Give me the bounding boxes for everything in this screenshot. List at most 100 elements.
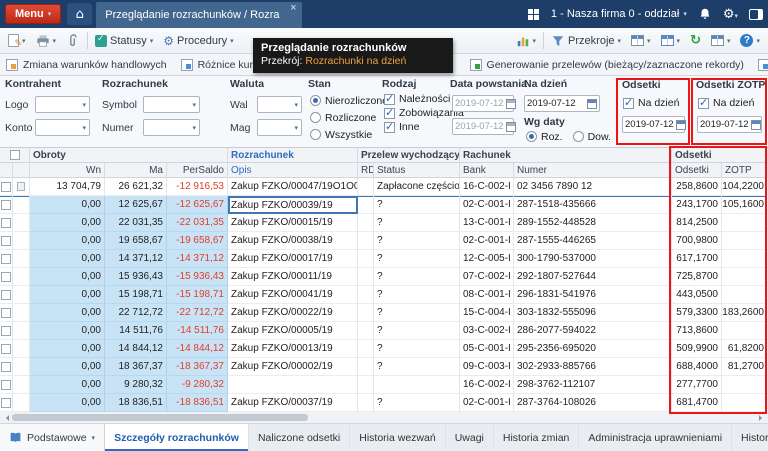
cell-numer[interactable]: 287-1555-446265 — [514, 232, 672, 250]
cell-opis[interactable]: Zakup FZKO/00039/19 — [228, 196, 358, 214]
cell-ma[interactable]: 14 844,12 — [105, 340, 167, 358]
radio-icon[interactable] — [310, 112, 321, 123]
cell-rd[interactable] — [358, 196, 374, 214]
cell-opis[interactable]: Zakup FZKO/00038/19 — [228, 232, 358, 250]
mag-select[interactable]: ▾ — [257, 119, 302, 136]
row-select-cell[interactable] — [0, 394, 13, 412]
cell-wn[interactable]: 0,00 — [30, 394, 105, 412]
row-select-cell[interactable] — [0, 178, 13, 196]
cell-status[interactable]: ? — [374, 214, 460, 232]
cell-rd[interactable] — [358, 232, 374, 250]
cell-numer[interactable]: 295-2356-695020 — [514, 340, 672, 358]
cell-wn[interactable]: 0,00 — [30, 304, 105, 322]
cell-wn[interactable]: 0,00 — [30, 286, 105, 304]
row-select-cell[interactable] — [0, 322, 13, 340]
radio-icon[interactable] — [310, 95, 321, 106]
cell-zotp[interactable]: 104,2200 — [722, 178, 768, 196]
calendar-icon[interactable] — [587, 99, 597, 109]
cell-rd[interactable] — [358, 268, 374, 286]
column-header-bank[interactable]: Bank — [460, 163, 514, 178]
cell-ma[interactable]: 26 621,32 — [105, 178, 167, 196]
cell-persaldo[interactable]: -15 198,71 — [167, 286, 228, 304]
cell-status[interactable]: ? — [374, 196, 460, 214]
cell-ma[interactable]: 18 836,51 — [105, 394, 167, 412]
column-header-zotp[interactable]: ZOTP — [722, 163, 768, 178]
cell-numer[interactable]: 300-1790-537000 — [514, 250, 672, 268]
scroll-right-icon[interactable] — [759, 415, 765, 421]
cell-status[interactable]: ? — [374, 268, 460, 286]
cell-numer[interactable]: 287-1518-435666 — [514, 196, 672, 214]
document-tab[interactable]: Przeglądanie rozrachunków / Rozra × — [96, 2, 301, 28]
odsetki-zotp-na-dzien-checkbox[interactable]: Na dzień — [698, 96, 754, 110]
cell-ma[interactable]: 19 658,67 — [105, 232, 167, 250]
cell-ma[interactable]: 18 367,37 — [105, 358, 167, 376]
wgdaty-option[interactable]: Dow. — [573, 128, 611, 145]
cell-bank[interactable]: 15-C-004-I — [460, 304, 514, 322]
cell-status[interactable]: ? — [374, 304, 460, 322]
cell-bank[interactable]: 16-C-002-I — [460, 178, 514, 196]
cell-wn[interactable]: 0,00 — [30, 376, 105, 394]
cell-zotp[interactable]: 81,2700 — [722, 358, 768, 376]
cell-persaldo[interactable]: -14 511,76 — [167, 322, 228, 340]
cell-persaldo[interactable]: -18 836,51 — [167, 394, 228, 412]
table-row[interactable]: 0,0019 658,67-19 658,67Zakup FZKO/00038/… — [0, 232, 768, 250]
cell-status[interactable]: ? — [374, 232, 460, 250]
cell-rd[interactable] — [358, 304, 374, 322]
cell-bank[interactable]: 09-C-003-I — [460, 358, 514, 376]
column-header-status[interactable]: Status — [374, 163, 460, 178]
row-select-cell[interactable] — [0, 196, 13, 214]
cell-persaldo[interactable]: -22 712,72 — [167, 304, 228, 322]
cell-zotp[interactable] — [722, 214, 768, 232]
cell-wn[interactable]: 0,00 — [30, 358, 105, 376]
cell-rd[interactable] — [358, 376, 374, 394]
stan-option[interactable]: Rozliczone — [310, 109, 388, 126]
row-checkbox[interactable] — [1, 236, 11, 246]
cell-bank[interactable]: 13-C-001-I — [460, 214, 514, 232]
cell-status[interactable]: ? — [374, 340, 460, 358]
cell-opis[interactable]: Zakup FZKO/00017/19 — [228, 250, 358, 268]
export-button[interactable]: ▾ — [706, 30, 736, 51]
cell-wn[interactable]: 0,00 — [30, 268, 105, 286]
tab-uwagi[interactable]: Uwagi — [446, 424, 494, 451]
cell-bank[interactable]: 08-C-001-I — [460, 286, 514, 304]
row-select-cell[interactable] — [0, 304, 13, 322]
company-selector[interactable]: 1 - Nasza firma 0 - oddział▾ — [551, 8, 687, 20]
cell-opis[interactable]: Zakup FZKO/00005/19 — [228, 322, 358, 340]
cell-opis[interactable]: Zakup FZKO/00041/19 — [228, 286, 358, 304]
group-header[interactable]: Przelew wychodzący — [358, 148, 460, 163]
attachments-button[interactable] — [61, 30, 85, 51]
cell-odsetki[interactable]: 814,2500 — [672, 214, 722, 232]
cell-rd[interactable] — [358, 178, 374, 196]
procedury-button[interactable]: ⚙ Procedury▾ — [158, 30, 238, 51]
row-checkbox[interactable] — [1, 398, 11, 408]
table-row[interactable]: 0,0018 367,37-18 367,37Zakup FZKO/00002/… — [0, 358, 768, 376]
tab-naliczone-odsetki[interactable]: Naliczone odsetki — [249, 424, 350, 451]
cell-odsetki[interactable]: 579,3300 — [672, 304, 722, 322]
print-button[interactable]: ▾ — [31, 30, 62, 51]
row-checkbox[interactable] — [1, 182, 11, 192]
cell-odsetki[interactable]: 725,8700 — [672, 268, 722, 286]
calendar-icon[interactable] — [751, 120, 761, 130]
cell-wn[interactable]: 0,00 — [30, 322, 105, 340]
column-header-opis[interactable]: Opis — [228, 163, 358, 178]
cell-persaldo[interactable]: -12 916,53 — [167, 178, 228, 196]
cell-rd[interactable] — [358, 322, 374, 340]
table-row[interactable]: 0,0014 511,76-14 511,76Zakup FZKO/00005/… — [0, 322, 768, 340]
group-header[interactable]: Odsetki — [672, 148, 768, 163]
wgdaty-option[interactable]: Roz. — [526, 128, 563, 145]
radio-icon[interactable] — [526, 131, 537, 142]
cell-odsetki[interactable]: 443,0500 — [672, 286, 722, 304]
column-header-wn[interactable]: Wn — [30, 163, 105, 178]
cell-ma[interactable]: 14 371,12 — [105, 250, 167, 268]
row-checkbox[interactable] — [1, 308, 11, 318]
row-checkbox[interactable] — [1, 362, 11, 372]
column-header-odsetki[interactable]: Odsetki — [672, 163, 722, 178]
cell-wn[interactable]: 0,00 — [30, 250, 105, 268]
cell-numer[interactable]: 296-1831-541976 — [514, 286, 672, 304]
cell-bank[interactable]: 03-C-002-I — [460, 322, 514, 340]
wal-select[interactable]: ▾ — [257, 96, 302, 113]
cell-zotp[interactable] — [722, 394, 768, 412]
cell-wn[interactable]: 0,00 — [30, 340, 105, 358]
cell-numer[interactable]: 289-1552-448528 — [514, 214, 672, 232]
table-row[interactable]: 0,0014 371,12-14 371,12Zakup FZKO/00017/… — [0, 250, 768, 268]
